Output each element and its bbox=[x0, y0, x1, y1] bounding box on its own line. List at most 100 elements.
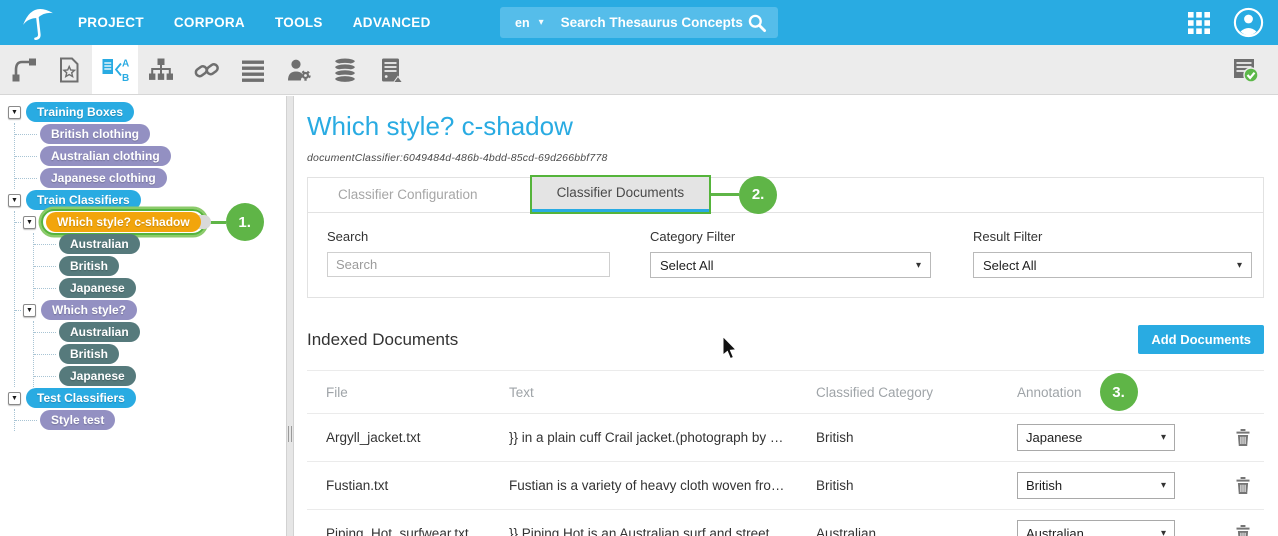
tree-item-british[interactable]: British bbox=[34, 343, 286, 365]
search-label: Search bbox=[327, 229, 610, 244]
tree-node-label[interactable]: Australian clothing bbox=[40, 146, 171, 165]
tree-item-japanese[interactable]: Japanese bbox=[34, 365, 286, 387]
tree-node-label[interactable]: Japanese clothing bbox=[40, 168, 167, 187]
tree-node-label[interactable]: Train Classifiers bbox=[26, 190, 141, 209]
svg-text:A: A bbox=[122, 58, 129, 69]
app-logo[interactable] bbox=[16, 3, 60, 43]
category-cell: British bbox=[816, 478, 1017, 493]
top-navbar: PROJECT CORPORA TOOLS ADVANCED en ▾ Sear… bbox=[0, 0, 1278, 45]
tree-node-label[interactable]: Style test bbox=[40, 410, 115, 429]
tree-node-label[interactable]: British clothing bbox=[40, 124, 150, 143]
search-input[interactable] bbox=[327, 252, 610, 277]
indexed-documents-heading: Indexed Documents bbox=[307, 330, 458, 350]
add-documents-button[interactable]: Add Documents bbox=[1138, 325, 1264, 354]
main-content: Which style? c-shadow documentClassifier… bbox=[294, 96, 1278, 536]
tree-item-australian-clothing[interactable]: Australian clothing bbox=[15, 145, 286, 167]
connections-icon bbox=[9, 56, 37, 84]
step1-highlight-ellipse: Which style? c-shadow bbox=[41, 209, 206, 234]
step2-badge: 2. bbox=[739, 176, 777, 214]
document-star-icon bbox=[55, 56, 83, 84]
tree-item-british[interactable]: British bbox=[34, 255, 286, 277]
toolbar: A B bbox=[0, 45, 1278, 95]
category-cell: Australian bbox=[816, 526, 1017, 536]
connections-button[interactable] bbox=[0, 45, 46, 94]
annotation-value: Japanese bbox=[1026, 430, 1082, 445]
server-button[interactable] bbox=[368, 45, 414, 94]
document-star-button[interactable] bbox=[46, 45, 92, 94]
trash-icon bbox=[1236, 525, 1250, 536]
tree-item-british-clothing[interactable]: British clothing bbox=[15, 123, 286, 145]
user-settings-button[interactable] bbox=[276, 45, 322, 94]
search-icon[interactable] bbox=[747, 13, 767, 33]
category-filter-value: Select All bbox=[660, 258, 713, 273]
tab-bar: Classifier Configuration Classifier Docu… bbox=[308, 178, 1263, 213]
document-classifier-icon: A B bbox=[100, 56, 130, 84]
delete-document-button[interactable] bbox=[1236, 477, 1250, 494]
hierarchy-icon bbox=[147, 56, 175, 84]
collapse-caret-icon[interactable]: ▼ bbox=[8, 194, 21, 207]
tree-node-label[interactable]: British bbox=[59, 256, 119, 275]
delete-document-button[interactable] bbox=[1236, 429, 1250, 446]
text-cell: }} Piping Hot is an Australian surf and … bbox=[509, 526, 816, 536]
tree-node-label[interactable]: Australian bbox=[59, 322, 140, 341]
annotation-select[interactable]: Australian ▾ bbox=[1017, 520, 1175, 536]
tree-item-training-boxes[interactable]: ▼ Training Boxes bbox=[8, 101, 286, 123]
tree-node-label[interactable]: Test Classifiers bbox=[26, 388, 136, 407]
search-language-selector[interactable]: en bbox=[515, 16, 530, 30]
tree-node-label[interactable]: Training Boxes bbox=[26, 102, 134, 121]
tree-connector bbox=[34, 244, 56, 245]
menu-project[interactable]: PROJECT bbox=[78, 15, 144, 30]
apps-grid-icon[interactable] bbox=[1187, 11, 1211, 35]
result-filter-select[interactable]: Select All ▾ bbox=[973, 252, 1252, 278]
tree-item-australian[interactable]: Australian bbox=[34, 321, 286, 343]
trash-icon bbox=[1236, 429, 1250, 446]
document-classifier-button[interactable]: A B bbox=[92, 45, 138, 94]
step2-connector bbox=[711, 193, 739, 196]
collapse-caret-icon[interactable]: ▼ bbox=[23, 216, 36, 229]
category-filter-select[interactable]: Select All ▾ bbox=[650, 252, 931, 278]
tree-node-label[interactable]: British bbox=[59, 344, 119, 363]
tree-item-japanese-clothing[interactable]: Japanese clothing bbox=[15, 167, 286, 189]
category-cell: British bbox=[816, 430, 1017, 445]
tasks-check-button[interactable] bbox=[1222, 56, 1268, 84]
tree-node-label[interactable]: Australian bbox=[59, 234, 140, 253]
tree-node-label[interactable]: Which style? c-shadow bbox=[46, 212, 201, 231]
tree-node-label[interactable]: Japanese bbox=[59, 278, 136, 297]
list-icon bbox=[239, 56, 267, 84]
delete-document-button[interactable] bbox=[1236, 525, 1250, 536]
menu-tools[interactable]: TOOLS bbox=[275, 15, 323, 30]
thesaurus-search-box[interactable]: en ▾ Search Thesaurus Concepts bbox=[500, 7, 778, 38]
table-row: Argyll_jacket.txt }} in a plain cuff Cra… bbox=[307, 414, 1264, 462]
column-header-annotation: Annotation bbox=[1017, 385, 1082, 400]
collapse-caret-icon[interactable]: ▼ bbox=[23, 304, 36, 317]
tab-classifier-documents[interactable]: Classifier Documents bbox=[532, 177, 710, 212]
chevron-down-icon: ▾ bbox=[916, 260, 921, 271]
classifier-tree: ▼ Training Boxes British clothing Austra… bbox=[0, 96, 286, 536]
tree-item-test-classifiers[interactable]: ▼ Test Classifiers bbox=[8, 387, 286, 409]
result-filter-value: Select All bbox=[983, 258, 1036, 273]
tab-classifier-configuration[interactable]: Classifier Configuration bbox=[308, 178, 508, 212]
link-button[interactable] bbox=[184, 45, 230, 94]
database-button[interactable] bbox=[322, 45, 368, 94]
tree-connector bbox=[15, 222, 21, 223]
chevron-down-icon: ▾ bbox=[1237, 260, 1242, 271]
annotation-select[interactable]: Japanese ▾ bbox=[1017, 424, 1175, 451]
tree-item-style-test[interactable]: Style test bbox=[15, 409, 286, 431]
tree-node-label[interactable]: Japanese bbox=[59, 366, 136, 385]
tree-item-which-style-c-shadow[interactable]: ▼ Which style? c-shadow 1. bbox=[15, 211, 286, 233]
column-header-text: Text bbox=[509, 385, 816, 400]
panel-splitter[interactable] bbox=[286, 96, 294, 536]
menu-corpora[interactable]: CORPORA bbox=[174, 15, 245, 30]
user-icon[interactable] bbox=[1233, 7, 1264, 38]
collapse-caret-icon[interactable]: ▼ bbox=[8, 392, 21, 405]
menu-advanced[interactable]: ADVANCED bbox=[353, 15, 431, 30]
collapse-caret-icon[interactable]: ▼ bbox=[8, 106, 21, 119]
hierarchy-button[interactable] bbox=[138, 45, 184, 94]
classifier-id: documentClassifier:6049484d-486b-4bdd-85… bbox=[307, 152, 1264, 164]
list-button[interactable] bbox=[230, 45, 276, 94]
tree-item-which-style[interactable]: ▼ Which style? bbox=[15, 299, 286, 321]
tree-item-japanese[interactable]: Japanese bbox=[34, 277, 286, 299]
annotation-select[interactable]: British ▾ bbox=[1017, 472, 1175, 499]
table-header: File Text Classified Category Annotation… bbox=[307, 370, 1264, 414]
tree-node-label[interactable]: Which style? bbox=[41, 300, 137, 319]
